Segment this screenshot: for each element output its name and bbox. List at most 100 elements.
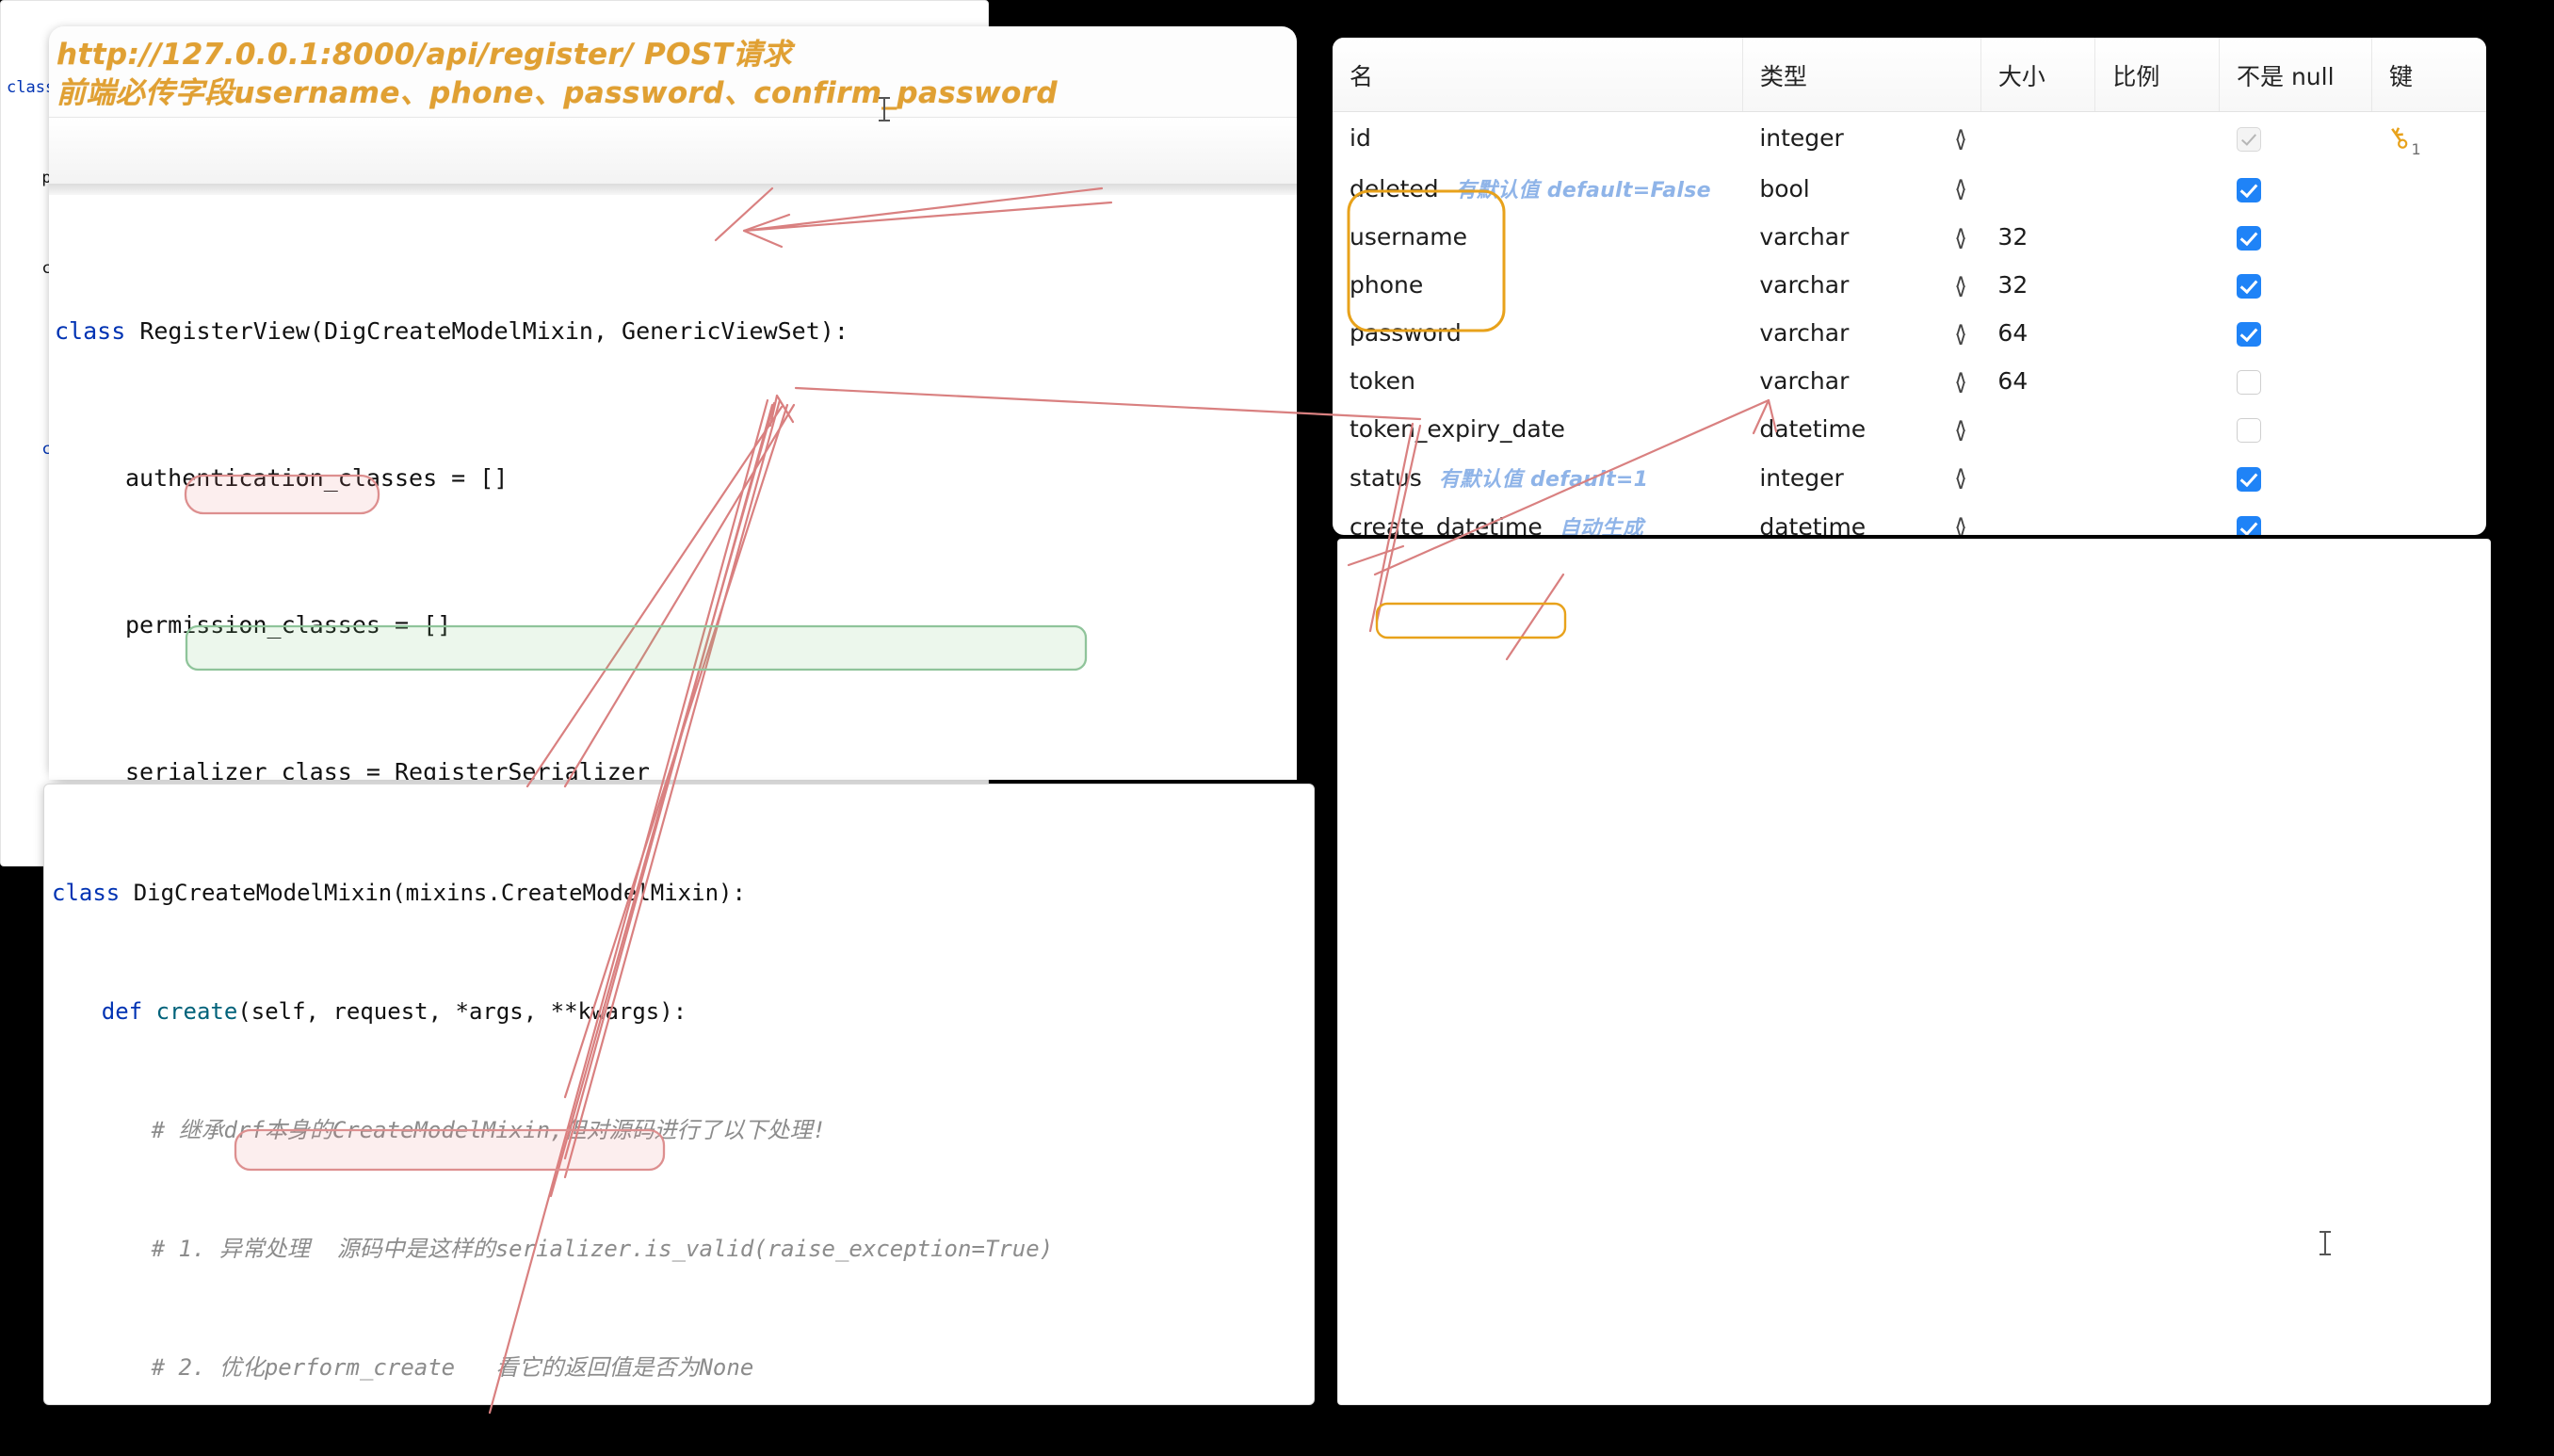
cell-key[interactable]: [2371, 309, 2486, 357]
kw-class: class: [55, 317, 125, 345]
cell-field-type[interactable]: varchar∧∨: [1742, 309, 1980, 357]
cell-key[interactable]: [2371, 405, 2486, 453]
column-header-name[interactable]: 名: [1333, 38, 1742, 112]
cell-field-scale[interactable]: [2095, 357, 2220, 405]
cell-field-name[interactable]: password: [1333, 309, 1742, 357]
cell-field-size[interactable]: 32: [1980, 261, 2094, 309]
cell-field-type[interactable]: datetime∧∨: [1742, 405, 1980, 453]
cell-field-name[interactable]: id: [1333, 112, 1742, 165]
spinner-icon[interactable]: ∧∨: [1954, 276, 1968, 295]
table-row[interactable]: token_expiry_date datetime∧∨: [1333, 405, 2486, 453]
spinner-icon[interactable]: ∧∨: [1954, 129, 1968, 148]
not-null-checkbox[interactable]: [2237, 516, 2261, 536]
cell-key[interactable]: [2371, 164, 2486, 213]
cell-field-type[interactable]: integer∧∨: [1742, 453, 1980, 502]
cell-field-size[interactable]: [1980, 164, 2094, 213]
dig-create-model-mixin-code-block[interactable]: class DigCreateModelMixin(mixins.CreateM…: [43, 784, 1315, 1405]
cell-field-scale[interactable]: [2095, 405, 2220, 453]
type-cell-inner: varchar∧∨: [1759, 319, 1980, 347]
cell-not-null[interactable]: [2220, 453, 2372, 502]
spinner-icon[interactable]: ∧∨: [1954, 420, 1968, 439]
cell-field-type[interactable]: bool∧∨: [1742, 164, 1980, 213]
cell-field-size[interactable]: 64: [1980, 357, 2094, 405]
cell-not-null[interactable]: [2220, 164, 2372, 213]
spinner-icon[interactable]: ∧∨: [1954, 517, 1968, 535]
type-cell-inner: datetime∧∨: [1759, 415, 1980, 443]
cell-field-type[interactable]: integer∧∨: [1742, 112, 1980, 165]
cell-not-null[interactable]: [2220, 213, 2372, 261]
not-null-checkbox[interactable]: [2237, 127, 2261, 152]
column-header-notnull[interactable]: 不是 null: [2220, 38, 2372, 112]
field-type-text: varchar: [1759, 367, 1953, 395]
cell-field-size[interactable]: [1980, 502, 2094, 535]
cell-field-type[interactable]: varchar∧∨: [1742, 261, 1980, 309]
table-row[interactable]: usernamevarchar∧∨32: [1333, 213, 2486, 261]
cell-field-name[interactable]: create_datetime自动生成: [1333, 502, 1742, 535]
cell-field-size[interactable]: 64: [1980, 309, 2094, 357]
table-row[interactable]: tokenvarchar∧∨64: [1333, 357, 2486, 405]
cell-field-scale[interactable]: [2095, 213, 2220, 261]
cell-field-name[interactable]: token: [1333, 357, 1742, 405]
cell-key[interactable]: [2371, 453, 2486, 502]
spinner-icon[interactable]: ∧∨: [1954, 179, 1968, 198]
spinner-icon[interactable]: ∧∨: [1954, 228, 1968, 247]
not-null-checkbox[interactable]: [2237, 322, 2261, 347]
field-name-text: password: [1350, 319, 1462, 347]
not-null-checkbox[interactable]: [2237, 178, 2261, 202]
table-row[interactable]: create_datetime自动生成datetime∧∨: [1333, 502, 2486, 535]
authentication-classes-line: authentication_classes = []: [125, 464, 508, 492]
cell-field-type[interactable]: varchar∧∨: [1742, 357, 1980, 405]
cell-field-scale[interactable]: [2095, 112, 2220, 165]
cell-not-null[interactable]: [2220, 405, 2372, 453]
card-divider: [49, 184, 1297, 195]
cell-field-name[interactable]: phone: [1333, 261, 1742, 309]
cell-not-null[interactable]: [2220, 309, 2372, 357]
cell-key[interactable]: [2371, 213, 2486, 261]
router-code-block[interactable]: router = routers.SimpleRouter() router.r…: [49, 117, 1297, 184]
cell-field-type[interactable]: varchar∧∨: [1742, 213, 1980, 261]
column-header-type[interactable]: 类型: [1742, 38, 1980, 112]
not-null-checkbox[interactable]: [2237, 418, 2261, 443]
cell-key[interactable]: [2371, 261, 2486, 309]
table-row[interactable]: password varchar∧∨64: [1333, 309, 2486, 357]
cell-field-scale[interactable]: [2095, 502, 2220, 535]
spinner-icon[interactable]: ∧∨: [1954, 372, 1968, 391]
handwritten-note: 有默认值 default=False: [1456, 179, 1711, 202]
not-null-checkbox[interactable]: [2237, 467, 2261, 492]
cell-key[interactable]: [2371, 502, 2486, 535]
table-row[interactable]: deleted有默认值 default=Falsebool∧∨: [1333, 164, 2486, 213]
cell-key[interactable]: [2371, 357, 2486, 405]
registerview-code-block[interactable]: class RegisterView(DigCreateModelMixin, …: [49, 195, 1297, 780]
table-row[interactable]: status有默认值 default=1integer∧∨: [1333, 453, 2486, 502]
cell-field-name[interactable]: username: [1333, 213, 1742, 261]
cell-not-null[interactable]: [2220, 112, 2372, 165]
cell-field-size[interactable]: [1980, 405, 2094, 453]
cell-field-name[interactable]: deleted有默认值 default=False: [1333, 164, 1742, 213]
cell-not-null[interactable]: [2220, 261, 2372, 309]
cell-field-name[interactable]: token_expiry_date: [1333, 405, 1742, 453]
cell-field-type[interactable]: datetime∧∨: [1742, 502, 1980, 535]
not-null-checkbox[interactable]: [2237, 274, 2261, 299]
column-header-scale[interactable]: 比例: [2095, 38, 2220, 112]
cell-field-size[interactable]: 32: [1980, 213, 2094, 261]
not-null-checkbox[interactable]: [2237, 226, 2261, 251]
cell-not-null[interactable]: [2220, 357, 2372, 405]
cell-field-scale[interactable]: [2095, 261, 2220, 309]
cell-field-scale[interactable]: [2095, 453, 2220, 502]
serializer-class-line: serializer_class = RegisterSerializer: [125, 758, 650, 780]
cell-field-scale[interactable]: [2095, 164, 2220, 213]
cell-field-size[interactable]: [1980, 453, 2094, 502]
cell-field-size[interactable]: [1980, 112, 2094, 165]
column-header-size[interactable]: 大小: [1980, 38, 2094, 112]
spinner-icon[interactable]: ∧∨: [1954, 468, 1968, 487]
table-row[interactable]: phonevarchar∧∨32: [1333, 261, 2486, 309]
cell-key[interactable]: ⚷1: [2371, 112, 2486, 165]
table-row[interactable]: idinteger∧∨ ⚷1: [1333, 112, 2486, 165]
spinner-icon[interactable]: ∧∨: [1954, 324, 1968, 343]
cell-field-name[interactable]: status有默认值 default=1: [1333, 453, 1742, 502]
database-schema-table[interactable]: 名 类型 大小 比例 不是 null 键 idinteger∧∨⚷1delete…: [1333, 38, 2486, 535]
cell-not-null[interactable]: [2220, 502, 2372, 535]
cell-field-scale[interactable]: [2095, 309, 2220, 357]
column-header-key[interactable]: 键: [2371, 38, 2486, 112]
not-null-checkbox[interactable]: [2237, 370, 2261, 395]
